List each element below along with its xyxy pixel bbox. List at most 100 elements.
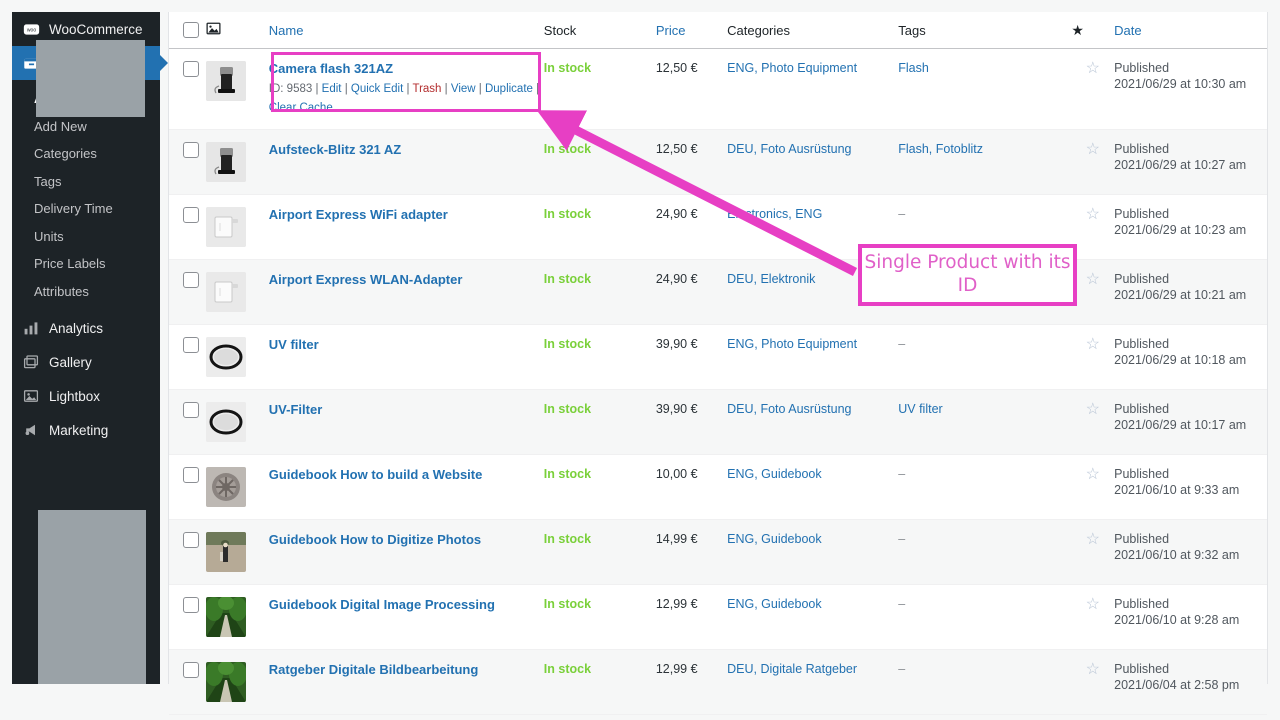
row-select-cell[interactable] — [169, 130, 206, 195]
table-row[interactable]: UV filter In stock 39,90 € ENG, Photo Eq… — [169, 325, 1267, 390]
clear-cache-link[interactable]: Clear Cache — [269, 102, 333, 114]
row-checkbox[interactable] — [183, 532, 199, 548]
submenu-item-attributes[interactable]: Attributes — [12, 278, 160, 306]
row-name-cell: Guidebook How to Digitize Photos — [269, 520, 544, 585]
row-featured-cell[interactable]: ☆ — [1071, 520, 1114, 585]
star-outline-icon[interactable]: ☆ — [1086, 272, 1100, 288]
row-featured-cell[interactable]: ☆ — [1071, 650, 1114, 715]
tag-links[interactable]: Flash, Fotoblitz — [898, 142, 983, 156]
row-checkbox[interactable] — [183, 337, 199, 353]
row-featured-cell[interactable]: ☆ — [1071, 195, 1114, 260]
duplicate-link[interactable]: Duplicate — [485, 83, 533, 95]
row-featured-cell[interactable]: ☆ — [1071, 585, 1114, 650]
table-row[interactable]: Camera flash 321AZ ID: 9583 | Edit | Qui… — [169, 49, 1267, 130]
row-checkbox[interactable] — [183, 272, 199, 288]
submenu-item-price-labels[interactable]: Price Labels — [12, 250, 160, 278]
row-checkbox[interactable] — [183, 207, 199, 223]
row-select-cell[interactable] — [169, 585, 206, 650]
product-name-link[interactable]: Guidebook How to Digitize Photos — [269, 532, 544, 548]
row-featured-cell[interactable]: ☆ — [1071, 130, 1114, 195]
table-row[interactable]: Aufsteck-Blitz 321 AZ In stock 12,50 € D… — [169, 130, 1267, 195]
category-links[interactable]: ENG, Photo Equipment — [727, 337, 857, 351]
tag-links[interactable]: UV filter — [898, 402, 942, 416]
row-select-cell[interactable] — [169, 390, 206, 455]
product-name-link[interactable]: UV-Filter — [269, 402, 544, 418]
product-name-link[interactable]: Aufsteck-Blitz 321 AZ — [269, 142, 544, 158]
star-icon[interactable]: ★ — [1071, 23, 1084, 37]
category-links[interactable]: ENG, Guidebook — [727, 532, 822, 546]
row-select-cell[interactable] — [169, 49, 206, 130]
row-checkbox[interactable] — [183, 467, 199, 483]
star-outline-icon[interactable]: ☆ — [1086, 61, 1100, 77]
category-links[interactable]: Electronics, ENG — [727, 207, 822, 221]
quick-edit-link[interactable]: Quick Edit — [351, 83, 403, 95]
row-featured-cell[interactable]: ☆ — [1071, 390, 1114, 455]
row-select-cell[interactable] — [169, 520, 206, 585]
header-select-all[interactable] — [169, 12, 206, 49]
star-outline-icon[interactable]: ☆ — [1086, 467, 1100, 483]
star-outline-icon[interactable]: ☆ — [1086, 337, 1100, 353]
star-outline-icon[interactable]: ☆ — [1086, 402, 1100, 418]
row-featured-cell[interactable]: ☆ — [1071, 455, 1114, 520]
row-select-cell[interactable] — [169, 455, 206, 520]
product-name-link[interactable]: UV filter — [269, 337, 544, 353]
row-select-cell[interactable] — [169, 195, 206, 260]
sidebar-item-gallery[interactable]: Gallery — [12, 345, 160, 379]
row-featured-cell[interactable]: ☆ — [1071, 260, 1114, 325]
category-links[interactable]: ENG, Guidebook — [727, 467, 822, 481]
row-select-cell[interactable] — [169, 325, 206, 390]
row-select-cell[interactable] — [169, 260, 206, 325]
table-row[interactable]: Guidebook How to build a Website In stoc… — [169, 455, 1267, 520]
category-links[interactable]: DEU, Elektronik — [727, 272, 815, 286]
table-row[interactable]: UV-Filter In stock 39,90 € DEU, Foto Aus… — [169, 390, 1267, 455]
product-name-link[interactable]: Guidebook How to build a Website — [269, 467, 544, 483]
select-all-checkbox[interactable] — [183, 22, 199, 38]
table-row[interactable]: Guidebook Digital Image Processing In st… — [169, 585, 1267, 650]
row-featured-cell[interactable]: ☆ — [1071, 325, 1114, 390]
product-name-link[interactable]: Guidebook Digital Image Processing — [269, 597, 544, 613]
header-price-label[interactable]: Price — [656, 23, 686, 38]
table-row[interactable]: Airport Express WLAN-Adapter In stock 24… — [169, 260, 1267, 325]
header-name-label[interactable]: Name — [269, 23, 304, 38]
submenu-item-categories[interactable]: Categories — [12, 140, 160, 168]
sidebar-item-marketing[interactable]: Marketing — [12, 413, 160, 447]
product-name-link[interactable]: Camera flash 321AZ — [269, 61, 544, 77]
table-row[interactable]: Ratgeber Digitale Bildbearbeitung In sto… — [169, 650, 1267, 715]
header-price[interactable]: Price — [656, 12, 727, 49]
trash-link[interactable]: Trash — [412, 83, 441, 95]
row-checkbox[interactable] — [183, 597, 199, 613]
category-links[interactable]: DEU, Foto Ausrüstung — [727, 402, 851, 416]
category-links[interactable]: ENG, Photo Equipment — [727, 61, 857, 75]
star-outline-icon[interactable]: ☆ — [1086, 142, 1100, 158]
row-checkbox[interactable] — [183, 402, 199, 418]
submenu-item-tags[interactable]: Tags — [12, 168, 160, 196]
star-outline-icon[interactable]: ☆ — [1086, 207, 1100, 223]
row-checkbox[interactable] — [183, 61, 199, 77]
table-row[interactable]: Airport Express WiFi adapter In stock 24… — [169, 195, 1267, 260]
submenu-item-delivery-time[interactable]: Delivery Time — [12, 195, 160, 223]
product-name-link[interactable]: Airport Express WiFi adapter — [269, 207, 544, 223]
star-outline-icon[interactable]: ☆ — [1086, 597, 1100, 613]
star-outline-icon[interactable]: ☆ — [1086, 532, 1100, 548]
star-outline-icon[interactable]: ☆ — [1086, 662, 1100, 678]
header-name[interactable]: Name — [269, 12, 544, 49]
category-links[interactable]: ENG, Guidebook — [727, 597, 822, 611]
submenu-item-units[interactable]: Units — [12, 223, 160, 251]
header-featured[interactable]: ★ — [1071, 12, 1114, 49]
header-date[interactable]: Date — [1114, 12, 1267, 49]
category-links[interactable]: DEU, Digitale Ratgeber — [727, 662, 857, 676]
row-checkbox[interactable] — [183, 662, 199, 678]
header-date-label[interactable]: Date — [1114, 23, 1141, 38]
row-featured-cell[interactable]: ☆ — [1071, 49, 1114, 130]
category-links[interactable]: DEU, Foto Ausrüstung — [727, 142, 851, 156]
sidebar-item-lightbox[interactable]: Lightbox — [12, 379, 160, 413]
edit-link[interactable]: Edit — [322, 83, 342, 95]
row-select-cell[interactable] — [169, 650, 206, 715]
sidebar-item-analytics[interactable]: Analytics — [12, 311, 160, 345]
view-link[interactable]: View — [451, 83, 476, 95]
product-name-link[interactable]: Airport Express WLAN-Adapter — [269, 272, 544, 288]
row-checkbox[interactable] — [183, 142, 199, 158]
product-name-link[interactable]: Ratgeber Digitale Bildbearbeitung — [269, 662, 544, 678]
table-row[interactable]: Guidebook How to Digitize Photos In stoc… — [169, 520, 1267, 585]
tag-links[interactable]: Flash — [898, 61, 929, 75]
